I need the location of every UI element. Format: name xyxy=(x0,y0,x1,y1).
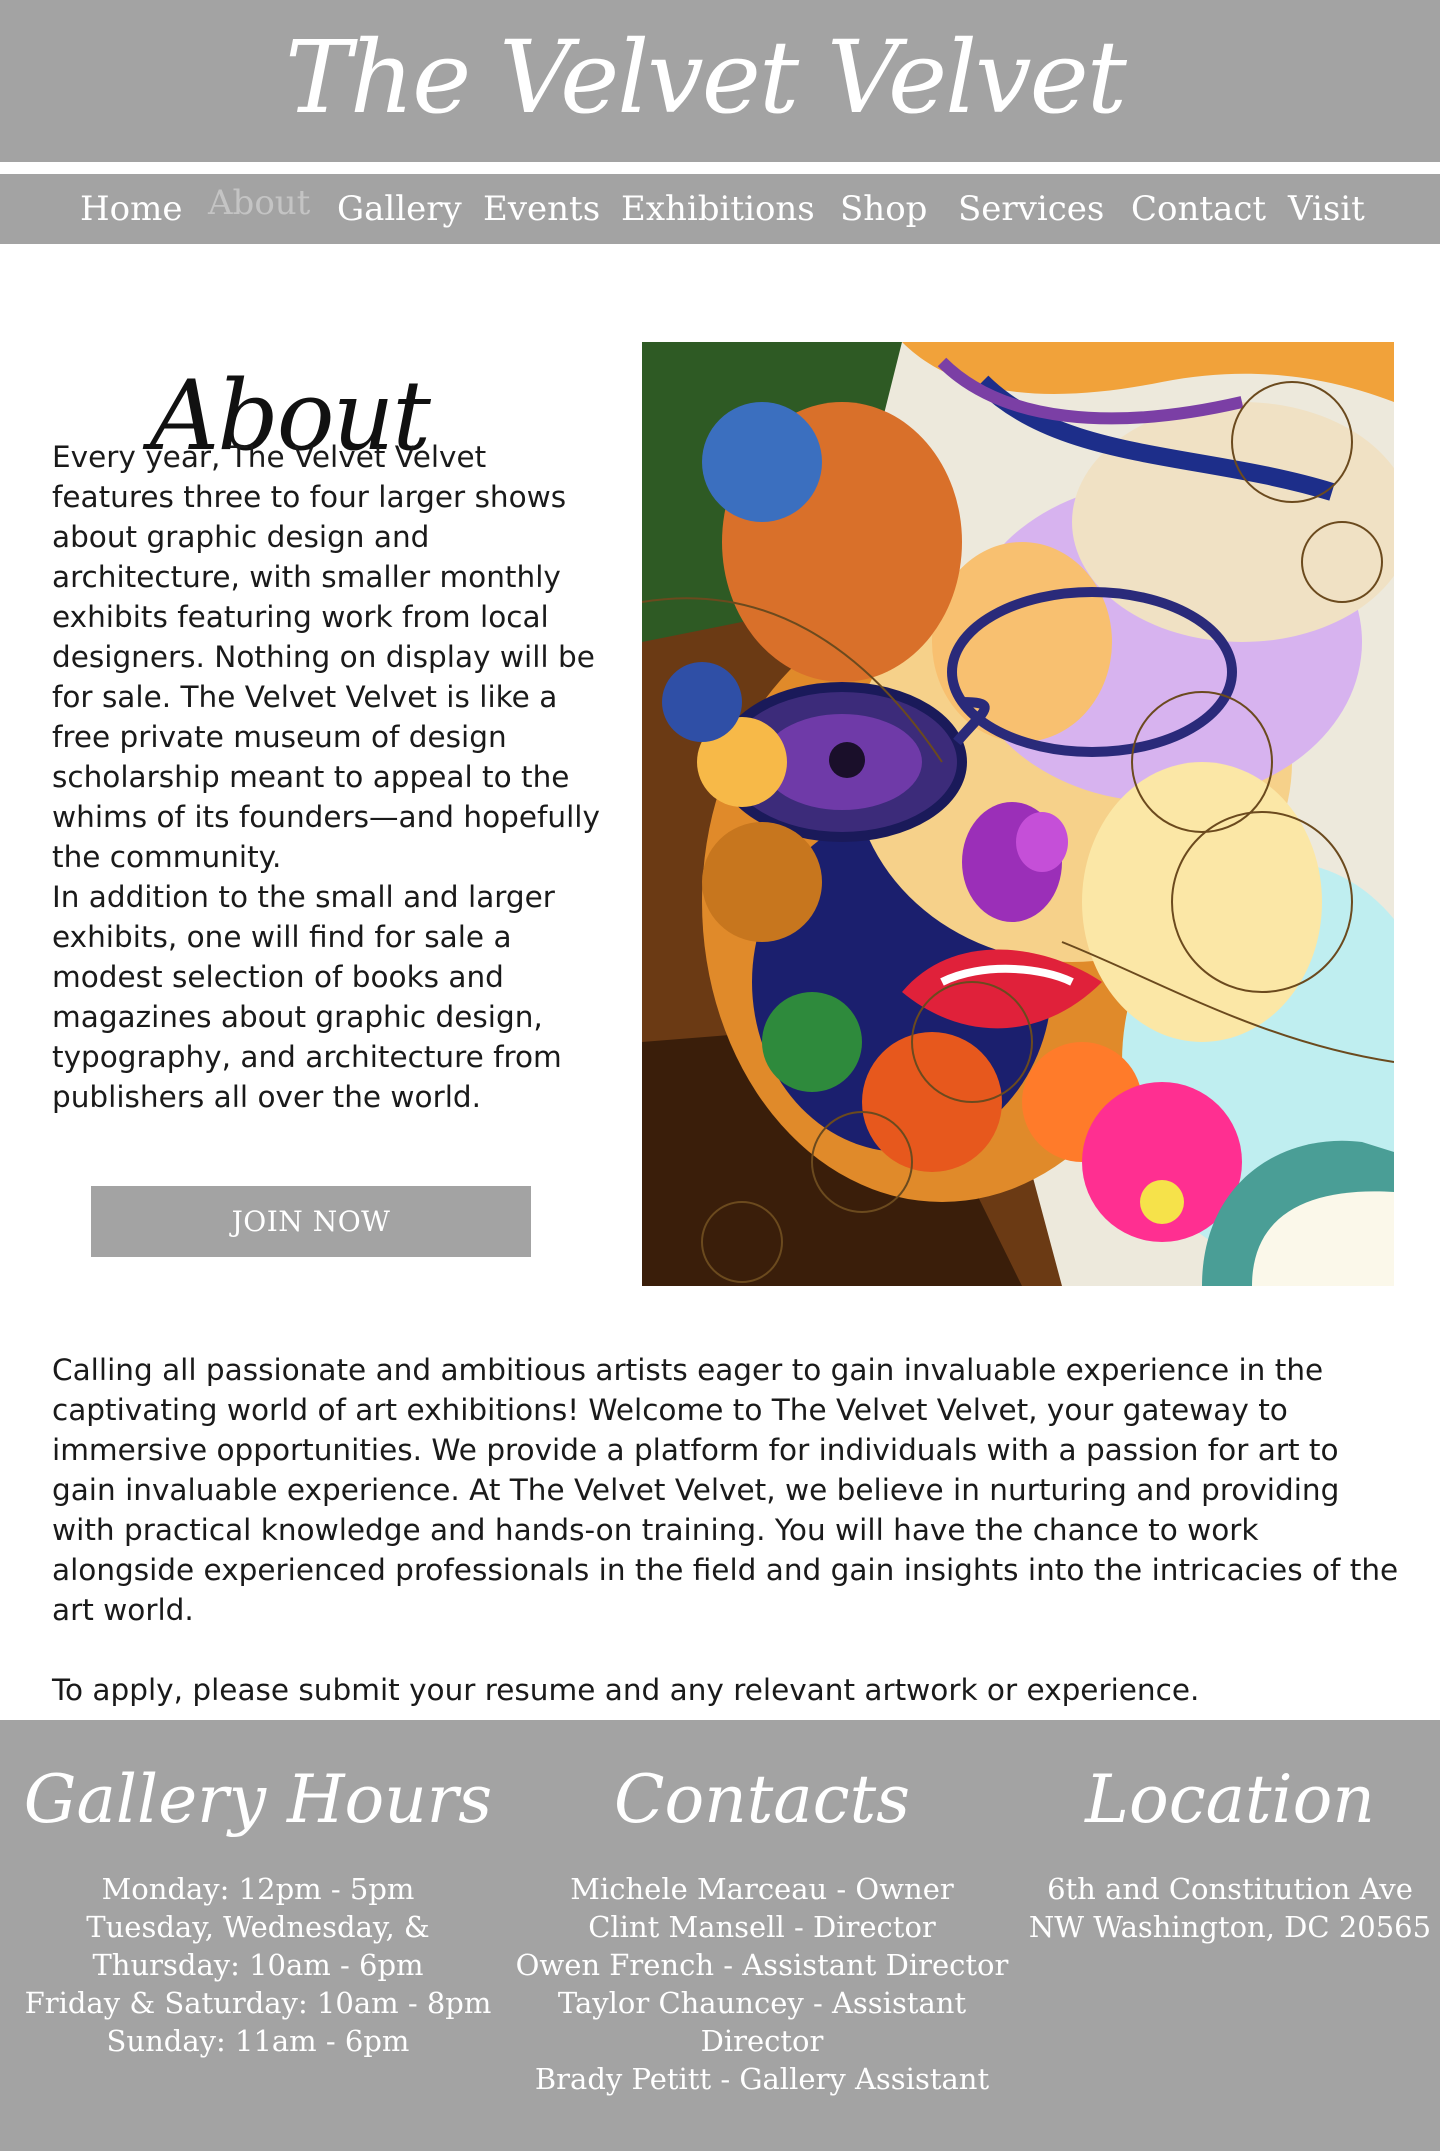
join-now-button[interactable]: JOIN NOW xyxy=(91,1186,531,1257)
contact-line: Clint Mansell - Director xyxy=(588,1910,936,1944)
featured-artwork xyxy=(642,342,1394,1286)
nav-exhibitions[interactable]: Exhibitions xyxy=(621,188,815,230)
nav-visit[interactable]: Visit xyxy=(1288,188,1365,230)
hours-line: Thursday: 10am - 6pm xyxy=(92,1948,424,1982)
address-line: NW Washington, DC 20565 xyxy=(1028,1910,1432,1944)
hours-line: Monday: 12pm - 5pm xyxy=(101,1872,415,1906)
about-paragraph-1: Every year, The Velvet Velvet features t… xyxy=(52,440,600,874)
hours-line: Sunday: 11am - 6pm xyxy=(106,2024,410,2058)
main-nav: Home About Gallery Events Exhibitions Sh… xyxy=(0,174,1440,244)
call-for-artists-text: Calling all passionate and ambitious art… xyxy=(52,1350,1402,1750)
site-title[interactable]: The Velvet Velvet xyxy=(0,18,1410,138)
site-footer: Gallery Hours Monday: 12pm - 5pm Tuesday… xyxy=(0,1720,1440,2151)
address-line: 6th and Constitution Ave xyxy=(1047,1872,1413,1906)
nav-home[interactable]: Home xyxy=(80,188,182,230)
about-paragraph-2: In addition to the small and larger exhi… xyxy=(52,880,562,1114)
site-header: The Velvet Velvet xyxy=(0,0,1440,162)
call-paragraph-1: Calling all passionate and ambitious art… xyxy=(52,1353,1399,1627)
call-paragraph-2: To apply, please submit your resume and … xyxy=(52,1673,1200,1707)
nav-contact[interactable]: Contact xyxy=(1131,188,1266,230)
hours-line: Tuesday, Wednesday, & xyxy=(86,1910,430,1944)
header-divider xyxy=(0,166,1440,170)
nav-events[interactable]: Events xyxy=(483,188,600,230)
nav-services[interactable]: Services xyxy=(958,188,1104,230)
nav-shop[interactable]: Shop xyxy=(840,188,927,230)
location-heading: Location xyxy=(1085,1761,1375,1838)
contact-line: Taylor Chauncey - Assistant xyxy=(557,1986,967,2020)
contacts-list: Michele Marceau - Owner Clint Mansell - … xyxy=(506,1870,1018,2098)
gallery-hours-heading: Gallery Hours xyxy=(23,1761,493,1838)
location-address: 6th and Constitution Ave NW Washington, … xyxy=(1022,1870,1438,1946)
contact-line: Michele Marceau - Owner xyxy=(570,1872,954,1906)
gallery-hours-list: Monday: 12pm - 5pm Tuesday, Wednesday, &… xyxy=(20,1870,496,2060)
nav-gallery[interactable]: Gallery xyxy=(337,188,462,230)
contact-line: Brady Petitt - Gallery Assistant xyxy=(534,2062,990,2096)
about-text: Every year, The Velvet Velvet features t… xyxy=(52,437,604,1117)
artwork-portrait-image xyxy=(642,342,1394,1286)
contact-line: Director xyxy=(700,2024,824,2058)
contact-line: Owen French - Assistant Director xyxy=(515,1948,1009,1982)
hours-line: Friday & Saturday: 10am - 8pm xyxy=(24,1986,492,2020)
contacts-heading: Contacts xyxy=(614,1761,910,1838)
nav-about[interactable]: About xyxy=(208,182,310,224)
